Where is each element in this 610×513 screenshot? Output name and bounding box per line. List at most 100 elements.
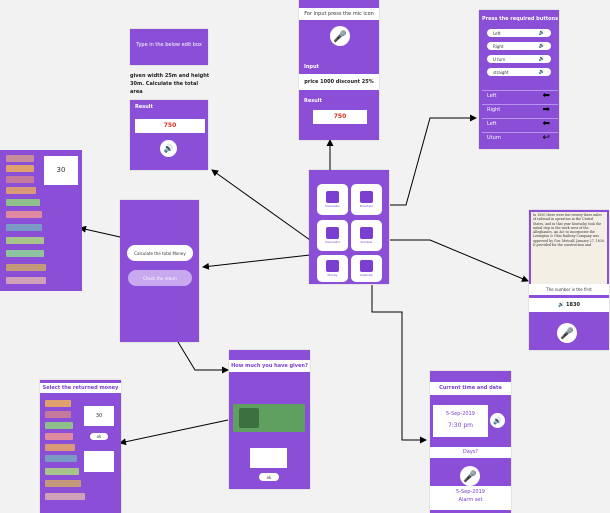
calculate-total-button[interactable]: Calculate the total Money <box>127 245 193 261</box>
type-box-header-panel: Type in the below edit box <box>130 29 208 65</box>
mic-result-value: 750 <box>313 110 367 124</box>
ok-button[interactable]: ok <box>90 433 108 440</box>
banknote-image[interactable] <box>45 400 71 407</box>
pill-uturn[interactable]: U turn 🔊 <box>487 55 551 63</box>
speaker-button[interactable]: 🔊 <box>490 413 505 428</box>
direction-label: Left <box>487 121 497 127</box>
direction-row-right[interactable]: Right ➡ <box>482 104 558 115</box>
alarm-display: 5-Sep-2019 Alarm set <box>430 486 511 510</box>
speaker-icon: 🔊 <box>163 144 174 153</box>
calculator-icon <box>326 190 339 203</box>
left-arrow-icon: ⬅ <box>542 119 550 129</box>
tile-calculator-2[interactable]: Calculator <box>317 220 348 251</box>
current-date: 5-Sep-2019 <box>446 411 475 417</box>
mic-input-screen: For input press the mic icon 🎤 Input pri… <box>299 0 379 140</box>
pill-left-label: Left <box>493 30 501 36</box>
tile-caption: Calculator <box>324 239 341 244</box>
mic-icon: 🎤 <box>333 29 347 43</box>
calculator-icon <box>326 226 339 239</box>
right-arrow-icon: ➡ <box>542 105 550 115</box>
banknote-image[interactable] <box>45 493 85 500</box>
type-box-header: Type in the below edit box <box>136 42 202 48</box>
mic-icon: 🎤 <box>560 326 574 340</box>
tile-number[interactable]: Number <box>351 220 382 251</box>
number-label: The number is the first <box>529 284 609 295</box>
scanned-text-image: In 1830 there were but twenty-three mile… <box>531 212 607 284</box>
banknote-image[interactable] <box>6 250 44 257</box>
banknote-image[interactable] <box>6 176 34 183</box>
return-money-screen: Select the returned money 30 ok <box>40 380 121 513</box>
tile-caption: Direction <box>359 203 374 208</box>
banknote-image[interactable] <box>45 468 79 475</box>
direction-row-uturn[interactable]: Uturn ↩ <box>482 132 558 143</box>
speaker-icon: 🔊 <box>493 416 502 425</box>
pill-right[interactable]: Right 🔊 <box>487 42 551 50</box>
tile-caption: Calculator <box>324 203 341 208</box>
alarm-label: Alarm set <box>458 497 483 503</box>
banknote-image[interactable] <box>45 455 77 462</box>
banknote-image[interactable] <box>6 187 36 194</box>
speaker-button[interactable]: 🔊 <box>160 140 177 157</box>
mic-button[interactable]: 🎤 <box>460 466 480 486</box>
speaker-icon: 🔊 <box>538 30 545 36</box>
banknote-image[interactable] <box>6 237 44 244</box>
direction-row-left-2[interactable]: Left ⬅ <box>482 118 558 129</box>
banknote-image[interactable] <box>6 211 42 218</box>
banknote-image[interactable] <box>45 422 73 429</box>
left-arrow-icon: ⬅ <box>542 91 550 101</box>
number-value: 🔊 1830 <box>529 298 609 312</box>
mic-header: For input press the mic icon <box>299 8 379 20</box>
speaker-icon: 🔊 <box>538 43 545 49</box>
hub-screen: Calculator Direction Calculator Number M… <box>309 170 389 284</box>
days-label: Days? <box>430 447 511 458</box>
scanned-article-text: In 1830 there were but twenty-three mile… <box>533 213 605 248</box>
tile-caption: Calendar <box>359 272 374 277</box>
banknote-image[interactable] <box>45 433 73 440</box>
alarm-date: 5-Sep-2019 <box>456 489 485 495</box>
tile-money[interactable]: Money <box>317 255 348 282</box>
area-question: given width 25m and height 30m. Calculat… <box>130 73 210 95</box>
pill-straight-label: straight <box>493 69 509 75</box>
mic-button[interactable]: 🎤 <box>557 323 577 343</box>
calc-choice-screen: Calculate the total Money Check the retu… <box>120 200 199 342</box>
banknote-image[interactable] <box>45 411 71 418</box>
speaker-icon: 🔊 <box>538 56 545 62</box>
mic-button[interactable]: 🎤 <box>330 26 350 46</box>
how-much-screen: How much you have given? ok <box>229 350 310 489</box>
money-strip-screen: 30 <box>0 150 82 291</box>
banknote-image[interactable] <box>6 155 34 162</box>
banknote-image[interactable] <box>6 277 46 284</box>
current-time: 7:30 pm <box>447 422 474 429</box>
direction-label: Left <box>487 93 497 99</box>
hash-icon <box>360 226 373 239</box>
ok-button[interactable]: ok <box>259 473 279 481</box>
check-return-button[interactable]: Check the return <box>128 270 192 286</box>
mic-icon: 🎤 <box>463 469 477 483</box>
money-icon <box>326 259 339 272</box>
direction-row-left[interactable]: Left ⬅ <box>482 90 558 101</box>
tile-caption: Number <box>360 239 373 244</box>
mic-result-label: Result <box>304 98 322 104</box>
banknote-image[interactable] <box>6 264 46 271</box>
money-count: 30 <box>44 156 78 185</box>
return-header: Select the returned money <box>40 383 121 393</box>
banknote-image[interactable] <box>6 199 40 206</box>
amount-input-box[interactable] <box>250 448 287 468</box>
direction-label: Uturn <box>487 135 501 141</box>
ocr-screen: In 1830 there were but twenty-three mile… <box>529 210 609 350</box>
pill-straight[interactable]: straight 🔊 <box>487 68 551 76</box>
banknote-image[interactable] <box>45 444 75 451</box>
banknote-image <box>233 404 305 432</box>
banknote-image[interactable] <box>6 165 34 172</box>
portrait-mark <box>239 408 259 428</box>
banknote-image[interactable] <box>45 480 81 487</box>
signpost-icon <box>360 190 373 203</box>
tile-calculator[interactable]: Calculator <box>317 184 348 215</box>
banknote-image[interactable] <box>6 224 42 231</box>
tile-direction[interactable]: Direction <box>351 184 382 215</box>
return-input-box[interactable] <box>84 451 114 472</box>
how-much-header: How much you have given? <box>229 360 310 372</box>
pill-left[interactable]: Left 🔊 <box>487 29 551 37</box>
tile-calendar[interactable]: Calendar <box>351 255 382 282</box>
pill-right-label: Right <box>493 43 504 49</box>
